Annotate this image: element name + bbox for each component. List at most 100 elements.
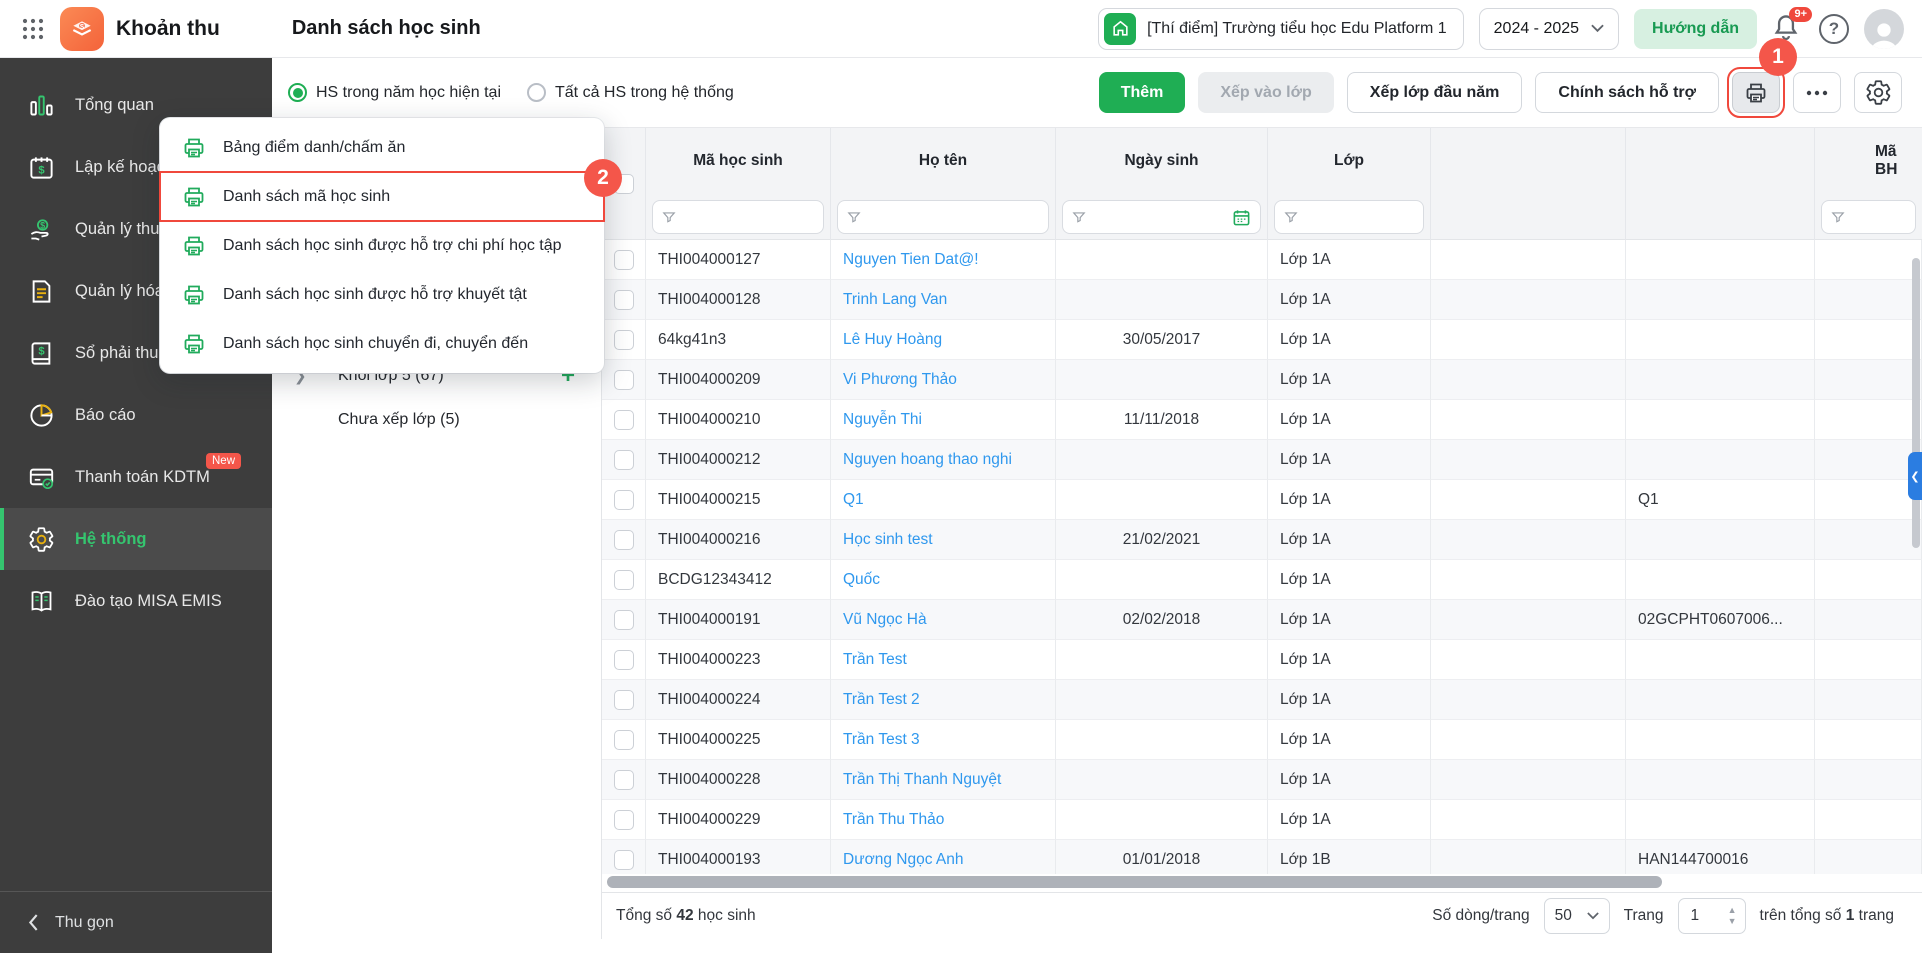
filter-input-lop[interactable] xyxy=(1274,200,1424,234)
cell-ho-ten[interactable]: Q1 xyxy=(831,480,1056,520)
toolbar-button-xếp-lớp-đầu-năm[interactable]: Xếp lớp đầu năm xyxy=(1347,72,1523,113)
filter-cell-ngay-sinh xyxy=(1056,194,1268,240)
guide-button[interactable]: Hướng dẫn xyxy=(1634,9,1757,49)
school-selector[interactable]: [Thí điểm] Trường tiểu học Edu Platform … xyxy=(1098,8,1464,50)
horizontal-scrollbar-thumb[interactable] xyxy=(607,876,1662,888)
row-checkbox[interactable] xyxy=(614,490,634,510)
table-row-8: BCDG12343412QuốcLớp 1A xyxy=(602,560,1922,600)
filter-input-ma-bh[interactable] xyxy=(1821,200,1916,234)
toolbar-ellipsis-icon-button[interactable] xyxy=(1793,72,1841,113)
cell-ho-ten[interactable]: Nguyen Tien Dat@! xyxy=(831,240,1056,280)
cell-ho-ten[interactable]: Dương Ngọc Anh xyxy=(831,840,1056,874)
panel-expand-tab[interactable]: ❮ xyxy=(1908,452,1922,500)
cell-ma-bh xyxy=(1815,400,1922,440)
cell-col-6 xyxy=(1626,520,1815,560)
student-scope-radio-1[interactable]: Tất cả HS trong hệ thống xyxy=(527,83,734,102)
cell-ho-ten[interactable]: Lê Huy Hoàng xyxy=(831,320,1056,360)
cell-lop: Lớp 1B xyxy=(1268,840,1431,874)
cell-ho-ten[interactable]: Học sinh test xyxy=(831,520,1056,560)
print-menu-item-1[interactable]: Danh sách mã học sinh xyxy=(160,172,604,221)
cell-select xyxy=(602,720,646,760)
row-checkbox[interactable] xyxy=(614,810,634,830)
cell-ma-bh xyxy=(1815,600,1922,640)
row-checkbox[interactable] xyxy=(614,690,634,710)
cell-col-6 xyxy=(1626,680,1815,720)
filter-input-ngay-sinh[interactable] xyxy=(1062,200,1261,234)
row-checkbox[interactable] xyxy=(614,330,634,350)
sidebar-item-8[interactable]: Đào tạo MISA EMIS xyxy=(0,570,272,632)
row-checkbox[interactable] xyxy=(614,850,634,870)
cell-col-6 xyxy=(1626,440,1815,480)
row-checkbox[interactable] xyxy=(614,610,634,630)
column-label: Mã học sinh xyxy=(693,152,783,170)
cell-ho-ten[interactable]: Trần Test 2 xyxy=(831,680,1056,720)
row-checkbox[interactable] xyxy=(614,570,634,590)
cell-ho-ten[interactable]: Quốc xyxy=(831,560,1056,600)
cell-col-5 xyxy=(1431,640,1626,680)
row-checkbox[interactable] xyxy=(614,530,634,550)
print-menu-item-label: Danh sách học sinh chuyển đi, chuyển đến xyxy=(223,335,528,353)
calendar-icon[interactable] xyxy=(1232,208,1251,227)
toolbar-gear-icon-button[interactable] xyxy=(1854,72,1902,113)
vertical-scrollbar-thumb[interactable] xyxy=(1912,258,1920,548)
toolbar-button-chính-sách-hỗ-trợ[interactable]: Chính sách hỗ trợ xyxy=(1535,72,1719,113)
row-checkbox[interactable] xyxy=(614,730,634,750)
cell-select xyxy=(602,400,646,440)
cell-ho-ten[interactable]: Trần Test 3 xyxy=(831,720,1056,760)
print-menu-item-0[interactable]: Bảng điểm danh/chấm ăn xyxy=(160,123,604,172)
cell-ho-ten[interactable]: Trinh Lang Van xyxy=(831,280,1056,320)
avatar[interactable] xyxy=(1864,9,1904,49)
page-stepper[interactable]: ▲▼ xyxy=(1728,906,1737,926)
row-checkbox[interactable] xyxy=(614,450,634,470)
filter-input-ma-hoc-sinh[interactable] xyxy=(652,200,824,234)
sidebar-item-5[interactable]: Báo cáo xyxy=(0,384,272,446)
filter-input-ho-ten[interactable] xyxy=(837,200,1049,234)
collapse-sidebar-button[interactable]: Thu gọn xyxy=(0,891,272,953)
student-scope-radio-0[interactable]: HS trong năm học hiện tại xyxy=(288,83,501,102)
funnel-icon xyxy=(1072,210,1086,224)
cell-ho-ten[interactable]: Nguyen hoang thao nghi xyxy=(831,440,1056,480)
funnel-icon xyxy=(847,210,861,224)
cell-ho-ten[interactable]: Trần Test xyxy=(831,640,1056,680)
cell-select xyxy=(602,320,646,360)
toolbar-button-xếp-vào-lớp[interactable]: Xếp vào lớp xyxy=(1198,72,1333,113)
sidebar-item-7[interactable]: Hệ thống xyxy=(0,508,272,570)
funnel-icon xyxy=(1831,210,1845,224)
sidebar-item-label: Quản lý thu xyxy=(75,220,159,239)
app-grid-icon[interactable] xyxy=(18,14,48,44)
print-menu-item-4[interactable]: Danh sách học sinh chuyển đi, chuyển đến xyxy=(160,319,604,368)
row-checkbox[interactable] xyxy=(614,770,634,790)
toolbar-printer-icon-button[interactable] xyxy=(1732,72,1780,113)
cell-ho-ten[interactable]: Nguyễn Thi xyxy=(831,400,1056,440)
help-icon[interactable]: ? xyxy=(1819,14,1849,44)
cell-col-5 xyxy=(1431,680,1626,720)
cell-select xyxy=(602,360,646,400)
row-checkbox[interactable] xyxy=(614,370,634,390)
radio-label: Tất cả HS trong hệ thống xyxy=(555,84,734,102)
row-checkbox[interactable] xyxy=(614,410,634,430)
row-checkbox[interactable] xyxy=(614,290,634,310)
print-menu-item-3[interactable]: Danh sách học sinh được hỗ trợ khuyết tậ… xyxy=(160,270,604,319)
cell-ma-hoc-sinh: THI004000210 xyxy=(646,400,831,440)
tree-item-6[interactable]: Chưa xếp lớp (5) xyxy=(272,398,601,442)
sidebar-item-label: Hệ thống xyxy=(75,530,147,549)
school-year-select[interactable]: 2024 - 2025 xyxy=(1479,8,1619,50)
print-menu-item-label: Danh sách học sinh được hỗ trợ chi phí h… xyxy=(223,237,562,255)
row-checkbox[interactable] xyxy=(614,650,634,670)
cell-select xyxy=(602,680,646,720)
pagination: Số dòng/trang 50 Trang 1 ▲▼ trên tổng số… xyxy=(1432,898,1894,934)
cell-ho-ten[interactable]: Vi Phương Thảo xyxy=(831,360,1056,400)
cell-ma-bh xyxy=(1815,840,1922,874)
row-checkbox[interactable] xyxy=(614,250,634,270)
toolbar-button-thêm[interactable]: Thêm xyxy=(1099,72,1186,113)
cell-col-5 xyxy=(1431,280,1626,320)
cell-lop: Lớp 1A xyxy=(1268,520,1431,560)
cell-ho-ten[interactable]: Trần Thu Thảo xyxy=(831,800,1056,840)
print-menu-item-2[interactable]: Danh sách học sinh được hỗ trợ chi phí h… xyxy=(160,221,604,270)
cell-ho-ten[interactable]: Trần Thị Thanh Nguyệt xyxy=(831,760,1056,800)
page-number-input[interactable]: 1 ▲▼ xyxy=(1678,898,1746,934)
rows-per-page-select[interactable]: 50 xyxy=(1544,898,1610,934)
cell-ngay-sinh: 02/02/2018 xyxy=(1056,600,1268,640)
cell-ho-ten[interactable]: Vũ Ngọc Hà xyxy=(831,600,1056,640)
sidebar-item-6[interactable]: Thanh toán KDTMNew xyxy=(0,446,272,508)
